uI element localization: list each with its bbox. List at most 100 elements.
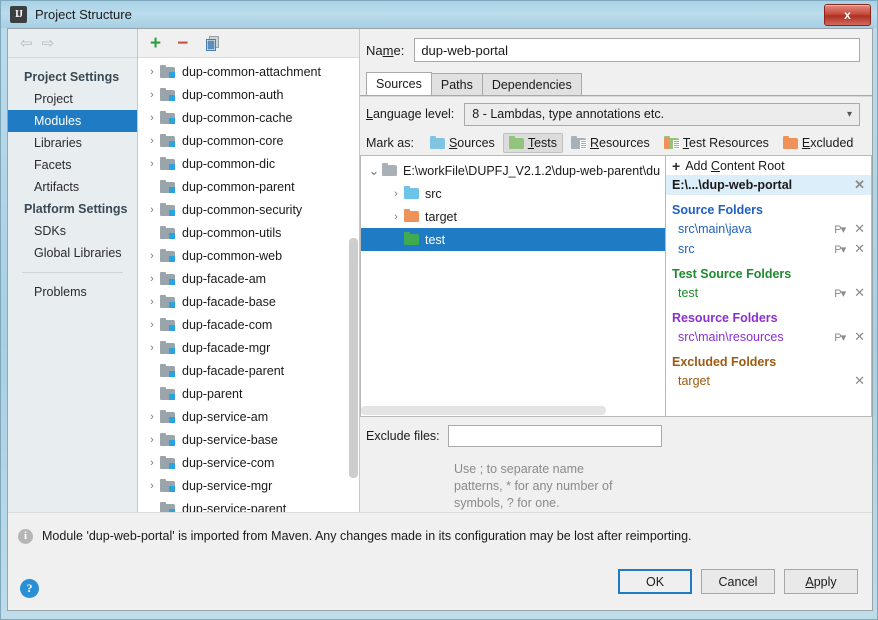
content-tree-hscrollbar[interactable] bbox=[361, 405, 665, 416]
add-content-root-button[interactable]: + Add Content Root bbox=[666, 156, 871, 175]
chevron-right-icon[interactable]: › bbox=[144, 319, 160, 331]
chevron-right-icon[interactable]: › bbox=[144, 158, 160, 170]
mark-as-label-text: Tests bbox=[527, 136, 557, 150]
content-roots-area: ⌄ E:\workFile\DUPFJ_V2.1.2\dup-web-parent… bbox=[360, 155, 872, 417]
content-root-header[interactable]: E:\...\dup-web-portal ✕ bbox=[666, 175, 871, 195]
modules-scroll-area[interactable]: › dup-common-attachment › dup-common-auth › d… bbox=[138, 58, 359, 512]
mark-as-resources-button[interactable]: Resources bbox=[565, 133, 656, 153]
module-tree-row[interactable]: › dup-common-dic bbox=[138, 152, 359, 175]
package-prefix-icon[interactable]: P▾ bbox=[834, 223, 846, 236]
module-tree-row[interactable]: › dup-common-security bbox=[138, 198, 359, 221]
package-prefix-icon[interactable]: P▾ bbox=[834, 287, 846, 300]
help-icon[interactable]: ? bbox=[20, 579, 39, 598]
chevron-right-icon[interactable]: › bbox=[388, 188, 404, 200]
tab-paths[interactable]: Paths bbox=[430, 73, 483, 95]
remove-folder-icon[interactable]: ✕ bbox=[850, 285, 865, 301]
module-tree-row[interactable]: › dup-service-mgr bbox=[138, 474, 359, 497]
module-tree-row[interactable]: ›dup-common-parent bbox=[138, 175, 359, 198]
module-tree-row[interactable]: › dup-common-auth bbox=[138, 83, 359, 106]
apply-button[interactable]: Apply bbox=[784, 569, 858, 594]
copy-module-icon[interactable] bbox=[204, 35, 221, 52]
chevron-right-icon[interactable]: › bbox=[144, 342, 160, 354]
module-tree-row[interactable]: › dup-common-attachment bbox=[138, 60, 359, 83]
folder-entry-row[interactable]: src P▾ ✕ bbox=[666, 239, 871, 259]
module-tree-row[interactable]: ›dup-facade-parent bbox=[138, 359, 359, 382]
close-icon[interactable]: x bbox=[824, 4, 871, 26]
mark-as-test-resources-button[interactable]: Test Resources bbox=[658, 133, 775, 153]
exclude-files-input[interactable] bbox=[447, 425, 662, 447]
chevron-right-icon[interactable]: › bbox=[388, 211, 404, 223]
chevron-down-icon[interactable]: ⌄ bbox=[366, 163, 382, 179]
chevron-down-icon: ▾ bbox=[846, 108, 852, 120]
sidebar-item-sdks[interactable]: SDKs bbox=[8, 220, 137, 242]
chevron-right-icon[interactable]: › bbox=[144, 434, 160, 446]
package-prefix-icon[interactable]: P▾ bbox=[834, 331, 846, 344]
tab-sources[interactable]: Sources bbox=[366, 72, 432, 95]
ok-button[interactable]: OK bbox=[618, 569, 692, 594]
module-tree-row[interactable]: › dup-service-am bbox=[138, 405, 359, 428]
language-level-select[interactable]: 8 - Lambdas, type annotations etc. ▾ bbox=[464, 102, 860, 126]
content-tree-row[interactable]: › target bbox=[361, 205, 665, 228]
sidebar-item-artifacts[interactable]: Artifacts bbox=[8, 176, 137, 198]
chevron-right-icon[interactable]: › bbox=[144, 457, 160, 469]
mark-as-tests-button[interactable]: Tests bbox=[502, 133, 563, 153]
chevron-right-icon[interactable]: › bbox=[144, 480, 160, 492]
language-level-value: 8 - Lambdas, type annotations etc. bbox=[472, 107, 665, 121]
module-tree-row[interactable]: ›dup-service-parent bbox=[138, 497, 359, 512]
tab-dependencies[interactable]: Dependencies bbox=[481, 73, 582, 95]
sidebar-item-project[interactable]: Project bbox=[8, 88, 137, 110]
module-tree-row[interactable]: › dup-common-core bbox=[138, 129, 359, 152]
sidebar-item-problems[interactable]: Problems bbox=[8, 281, 137, 303]
folder-entry-row[interactable]: src\main\java P▾ ✕ bbox=[666, 219, 871, 239]
module-tree-row[interactable]: › dup-common-web bbox=[138, 244, 359, 267]
modules-column: + − › dup-common-attachment › dup-common-au… bbox=[138, 29, 360, 512]
remove-folder-icon[interactable]: ✕ bbox=[850, 329, 865, 345]
chevron-right-icon[interactable]: › bbox=[144, 411, 160, 423]
chevron-right-icon[interactable]: › bbox=[144, 204, 160, 216]
module-tree-row[interactable]: › dup-common-cache bbox=[138, 106, 359, 129]
content-tree-hscrollbar-thumb[interactable] bbox=[361, 406, 606, 415]
chevron-right-icon[interactable]: › bbox=[144, 250, 160, 262]
sidebar-item-facets[interactable]: Facets bbox=[8, 154, 137, 176]
add-module-icon[interactable]: + bbox=[150, 34, 161, 53]
module-tree-row[interactable]: › dup-facade-base bbox=[138, 290, 359, 313]
folder-entry-row[interactable]: src\main\resources P▾ ✕ bbox=[666, 327, 871, 347]
mark-as-excluded-button[interactable]: Excluded bbox=[777, 133, 859, 153]
sidebar-item-libraries[interactable]: Libraries bbox=[8, 132, 137, 154]
module-tree-row[interactable]: › dup-service-com bbox=[138, 451, 359, 474]
folder-entry-row[interactable]: test P▾ ✕ bbox=[666, 283, 871, 303]
remove-folder-icon[interactable]: ✕ bbox=[850, 241, 865, 257]
modules-scrollbar[interactable] bbox=[349, 88, 358, 510]
chevron-right-icon[interactable]: › bbox=[144, 89, 160, 101]
module-tree-row[interactable]: › dup-facade-mgr bbox=[138, 336, 359, 359]
module-tree-row[interactable]: › dup-facade-com bbox=[138, 313, 359, 336]
content-tree-row[interactable]: ⌄ E:\workFile\DUPFJ_V2.1.2\dup-web-parent… bbox=[361, 159, 665, 182]
mark-as-sources-button[interactable]: Sources bbox=[424, 133, 501, 153]
chevron-right-icon[interactable]: › bbox=[144, 296, 160, 308]
forward-arrow-icon[interactable]: ⇨ bbox=[42, 36, 55, 51]
module-name-input[interactable]: dup-web-portal bbox=[414, 38, 860, 62]
module-tree-row[interactable]: › dup-service-base bbox=[138, 428, 359, 451]
chevron-right-icon[interactable]: › bbox=[144, 112, 160, 124]
module-tree-row[interactable]: ›dup-parent bbox=[138, 382, 359, 405]
back-arrow-icon[interactable]: ⇦ bbox=[20, 36, 33, 51]
chevron-right-icon[interactable]: › bbox=[144, 135, 160, 147]
sidebar-item-global-libraries[interactable]: Global Libraries bbox=[8, 242, 137, 264]
content-tree-row[interactable]: ›test bbox=[361, 228, 665, 251]
module-tree-row[interactable]: ›dup-common-utils bbox=[138, 221, 359, 244]
content-tree-row[interactable]: › src bbox=[361, 182, 665, 205]
content-root-tree: ⌄ E:\workFile\DUPFJ_V2.1.2\dup-web-parent… bbox=[360, 155, 665, 417]
remove-folder-icon[interactable]: ✕ bbox=[850, 373, 865, 389]
modules-scrollbar-thumb[interactable] bbox=[349, 238, 358, 478]
folder-entry-row[interactable]: target ✕ bbox=[666, 371, 871, 391]
chevron-right-icon[interactable]: › bbox=[144, 66, 160, 78]
modules-tree: › dup-common-attachment › dup-common-auth › d… bbox=[138, 58, 359, 512]
sidebar-item-modules[interactable]: Modules bbox=[8, 110, 137, 132]
package-prefix-icon[interactable]: P▾ bbox=[834, 243, 846, 256]
chevron-right-icon[interactable]: › bbox=[144, 273, 160, 285]
remove-folder-icon[interactable]: ✕ bbox=[850, 221, 865, 237]
remove-module-icon[interactable]: − bbox=[177, 34, 188, 53]
cancel-button[interactable]: Cancel bbox=[701, 569, 775, 594]
remove-content-root-icon[interactable]: ✕ bbox=[850, 177, 865, 193]
module-tree-row[interactable]: › dup-facade-am bbox=[138, 267, 359, 290]
